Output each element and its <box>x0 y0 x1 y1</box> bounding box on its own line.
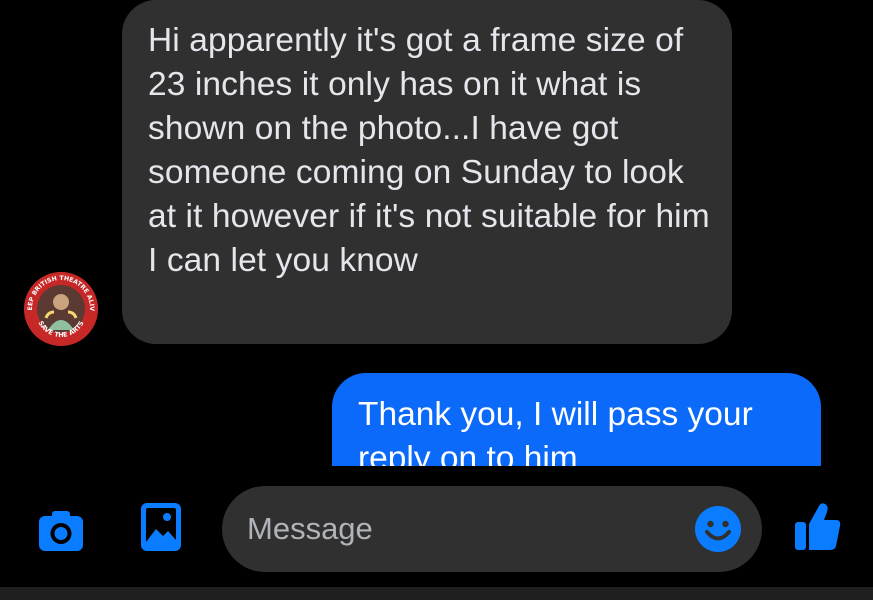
gallery-icon[interactable] <box>140 502 182 552</box>
emoji-icon[interactable] <box>694 505 742 553</box>
chat-screen: KEEP BRITISH THEATRE ALIVE SAVE THE ARTS… <box>0 0 873 600</box>
outgoing-message-text: Thank you, I will pass your reply on to … <box>358 396 753 466</box>
thumbs-up-icon[interactable] <box>794 502 842 552</box>
camera-icon[interactable] <box>37 509 85 553</box>
incoming-message-bubble[interactable]: Hi apparently it's got a frame size of 2… <box>122 0 732 344</box>
message-input[interactable]: Message <box>222 486 762 572</box>
avatar[interactable]: KEEP BRITISH THEATRE ALIVE SAVE THE ARTS <box>24 272 98 346</box>
message-list[interactable]: KEEP BRITISH THEATRE ALIVE SAVE THE ARTS… <box>0 0 873 466</box>
outgoing-message-bubble[interactable]: Thank you, I will pass your reply on to … <box>332 373 821 466</box>
message-placeholder: Message <box>247 511 373 546</box>
avatar-badge-image: KEEP BRITISH THEATRE ALIVE SAVE THE ARTS <box>24 272 98 346</box>
message-composer: Message <box>0 466 873 600</box>
incoming-message-text: Hi apparently it's got a frame size of 2… <box>148 22 710 279</box>
navigation-bar <box>0 587 873 600</box>
